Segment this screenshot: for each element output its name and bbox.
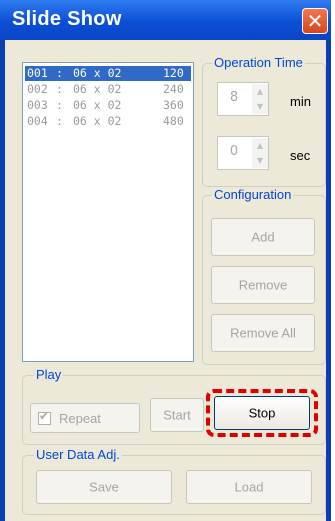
stop-button-highlight — [206, 389, 318, 437]
spin-down-icon[interactable]: ▼ — [254, 100, 266, 113]
slide-time: 360 — [163, 98, 184, 112]
slide-size: 06 x 02 — [73, 82, 122, 96]
slide-id: 003 — [27, 98, 48, 112]
title-bar[interactable]: Slide Show ✕ — [0, 0, 331, 40]
operation-time-label: Operation Time — [212, 55, 305, 70]
slide-id: 001 — [27, 66, 48, 80]
slide-size: 06 x 02 — [73, 98, 122, 112]
spin-up-icon[interactable]: ▲ — [254, 85, 266, 98]
slide-show-window: Slide Show ✕ 001 : 06 x 02 120 002 : 06 … — [0, 0, 331, 521]
checkmark-icon: ✔ — [39, 409, 50, 423]
save-button-label: Save — [89, 479, 119, 495]
spin-up-icon[interactable]: ▲ — [254, 139, 266, 152]
remove-all-button-label: Remove All — [230, 325, 296, 341]
slide-separator: : — [56, 114, 63, 128]
close-button[interactable]: ✕ — [302, 8, 328, 34]
configuration-label: Configuration — [212, 187, 294, 202]
slide-size: 06 x 02 — [73, 66, 122, 80]
seconds-value: 0 — [229, 144, 239, 159]
list-item[interactable]: 001 : 06 x 02 120 — [25, 66, 191, 81]
start-button[interactable]: Start — [150, 398, 204, 432]
repeat-label: Repeat — [59, 411, 101, 426]
list-item[interactable]: 003 : 06 x 02 360 — [25, 98, 191, 113]
load-button-label: Load — [234, 479, 264, 495]
start-button-label: Start — [163, 407, 191, 423]
minutes-spinner[interactable]: 8 ▲ ▼ — [217, 82, 269, 116]
spin-down-icon[interactable]: ▼ — [254, 154, 266, 167]
remove-button[interactable]: Remove — [211, 266, 315, 304]
play-label: Play — [34, 367, 64, 382]
list-item[interactable]: 002 : 06 x 02 240 — [25, 82, 191, 97]
slide-size: 06 x 02 — [73, 114, 122, 128]
slide-separator: : — [56, 98, 63, 112]
add-button-label: Add — [251, 229, 275, 245]
window-title: Slide Show — [12, 8, 122, 30]
remove-button-label: Remove — [238, 277, 288, 293]
add-button[interactable]: Add — [211, 218, 315, 256]
close-icon: ✕ — [306, 9, 324, 33]
slide-separator: : — [56, 66, 63, 80]
minutes-value: 8 — [229, 90, 239, 105]
spinner-arrows: ▲ ▼ — [252, 84, 268, 114]
remove-all-button[interactable]: Remove All — [211, 314, 315, 352]
slide-time: 240 — [163, 82, 184, 96]
slide-id: 002 — [27, 82, 48, 96]
list-item[interactable]: 004 : 06 x 02 480 — [25, 114, 191, 129]
load-button[interactable]: Load — [186, 470, 312, 504]
checkbox-box: ✔ — [38, 409, 51, 425]
user-data-label: User Data Adj. — [34, 447, 122, 462]
minutes-unit: min — [290, 94, 311, 109]
save-button[interactable]: Save — [36, 470, 172, 504]
seconds-unit: sec — [290, 148, 311, 163]
slide-time: 120 — [163, 66, 184, 80]
slide-time: 480 — [163, 114, 184, 128]
slide-list[interactable]: 001 : 06 x 02 120 002 : 06 x 02 240 003 … — [22, 62, 194, 362]
seconds-spinner[interactable]: 0 ▲ ▼ — [217, 136, 269, 170]
spinner-arrows: ▲ ▼ — [252, 138, 268, 168]
repeat-checkbox[interactable]: ✔ Repeat — [30, 403, 140, 433]
slide-id: 004 — [27, 114, 48, 128]
slide-separator: : — [56, 82, 63, 96]
